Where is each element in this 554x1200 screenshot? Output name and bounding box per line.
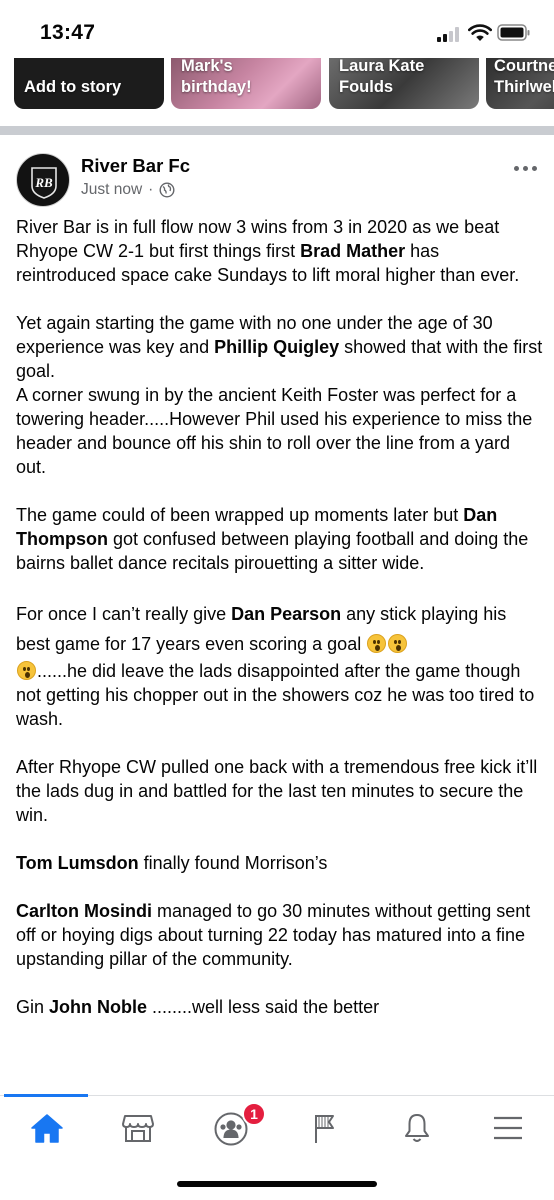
stories-row: Add to story Mark's birthday! Laura Kate… (0, 58, 554, 110)
marketplace-icon[interactable] (116, 1108, 160, 1148)
post-paragraph: Carlton Mosindi managed to go 30 minutes… (16, 901, 531, 969)
story-label: Courtney Thirlwell (494, 58, 554, 96)
groups-notification-badge: 1 (242, 1102, 266, 1126)
notifications-bell-icon[interactable] (395, 1108, 439, 1148)
astonished-emoji-icon (17, 661, 36, 680)
more-options-icon[interactable] (514, 160, 540, 176)
active-tab-indicator (4, 1094, 88, 1097)
avatar-text: RB (34, 175, 53, 190)
menu-icon[interactable] (486, 1108, 530, 1148)
story-label: Mark's birthday! (181, 58, 252, 96)
post-meta: Just now · (81, 181, 175, 199)
story-label: Laura Kate Foulds (339, 58, 425, 96)
post-paragraph: For once I can’t really give Dan Pearson… (16, 604, 507, 654)
astonished-emoji-icon (367, 634, 387, 653)
avatar[interactable]: RB (16, 153, 70, 207)
astonished-emoji-icon (388, 634, 408, 653)
battery-icon (497, 24, 530, 41)
public-globe-icon (159, 182, 175, 198)
story-card-courtney[interactable]: Courtney Thirlwell (486, 58, 554, 109)
mention-brad-mather: Brad Mather (300, 241, 406, 261)
feed-divider (0, 126, 554, 135)
mention-john-noble: John Noble (49, 997, 148, 1017)
mention-tom-lumsdon: Tom Lumsdon (16, 853, 139, 873)
post-paragraph: Yet again starting the game with no one … (16, 313, 543, 381)
mention-dan-pearson: Dan Pearson (231, 604, 342, 624)
mention-phillip-quigley: Phillip Quigley (214, 337, 340, 357)
post-paragraph: The game could of been wrapped up moment… (16, 505, 529, 573)
meta-separator: · (148, 181, 154, 198)
post-paragraph: Tom Lumsdon finally found Morrison’s (16, 853, 328, 873)
home-indicator[interactable] (177, 1181, 377, 1187)
river-bar-logo: RB (31, 167, 57, 199)
wifi-icon (468, 24, 492, 41)
mention-carlton-mosindi: Carlton Mosindi (16, 901, 152, 921)
post-paragraph: ......he did leave the lads disappointed… (16, 661, 535, 729)
post-paragraph: River Bar is in full flow now 3 wins fro… (16, 217, 520, 285)
post-text: River Bar is in full flow now 3 wins fro… (16, 215, 544, 1043)
post-paragraph: After Rhyope CW pulled one back with a t… (16, 757, 538, 825)
post-timestamp[interactable]: Just now (81, 181, 142, 199)
post-paragraph: A corner swung in by the ancient Keith F… (16, 385, 533, 477)
story-label: Add to story (24, 78, 122, 96)
cellular-signal-icon (437, 26, 463, 42)
status-bar: 13:47 (0, 0, 554, 62)
status-time: 13:47 (40, 21, 96, 44)
home-icon[interactable] (25, 1108, 69, 1148)
story-card-mark[interactable]: Mark's birthday! (171, 58, 321, 109)
story-card-laura[interactable]: Laura Kate Foulds (329, 58, 479, 109)
story-card-add[interactable]: Add to story (14, 58, 164, 109)
pages-flag-icon[interactable] (302, 1108, 346, 1148)
post-paragraph: Gin John Noble ........well less said th… (16, 997, 380, 1017)
post-author[interactable]: River Bar Fc (81, 155, 190, 177)
